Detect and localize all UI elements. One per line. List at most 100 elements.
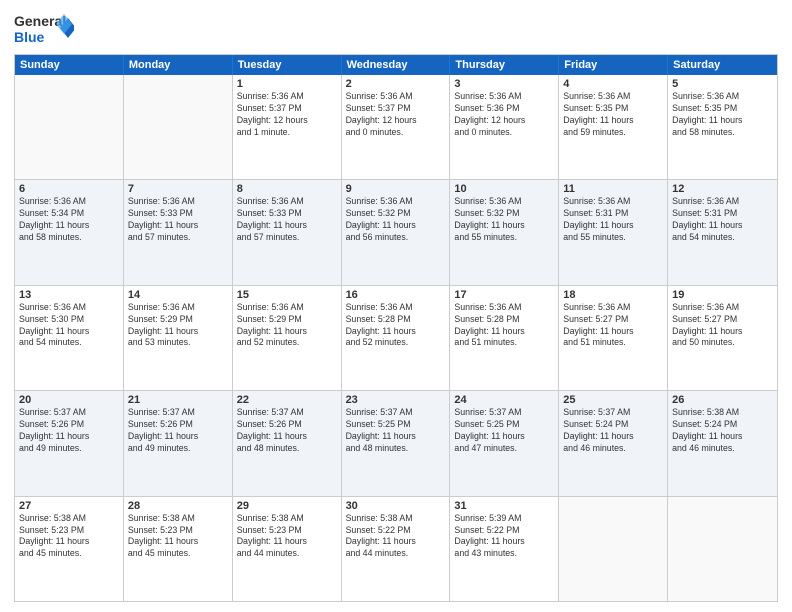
cal-cell-1-5: 11Sunrise: 5:36 AMSunset: 5:31 PMDayligh… (559, 180, 668, 284)
cell-info: Sunrise: 5:36 AMSunset: 5:35 PMDaylight:… (563, 91, 663, 139)
day-number: 8 (237, 183, 337, 195)
cal-cell-3-0: 20Sunrise: 5:37 AMSunset: 5:26 PMDayligh… (15, 391, 124, 495)
week-row-2: 6Sunrise: 5:36 AMSunset: 5:34 PMDaylight… (15, 179, 777, 284)
cell-info: Sunrise: 5:36 AMSunset: 5:31 PMDaylight:… (672, 196, 773, 244)
cell-info: Sunrise: 5:36 AMSunset: 5:29 PMDaylight:… (237, 302, 337, 350)
day-number: 14 (128, 289, 228, 301)
cell-info: Sunrise: 5:38 AMSunset: 5:24 PMDaylight:… (672, 407, 773, 455)
day-number: 3 (454, 78, 554, 90)
cell-info: Sunrise: 5:36 AMSunset: 5:36 PMDaylight:… (454, 91, 554, 139)
day-number: 16 (346, 289, 446, 301)
cal-cell-1-4: 10Sunrise: 5:36 AMSunset: 5:32 PMDayligh… (450, 180, 559, 284)
header-day-wednesday: Wednesday (342, 55, 451, 75)
cell-info: Sunrise: 5:36 AMSunset: 5:32 PMDaylight:… (454, 196, 554, 244)
cell-info: Sunrise: 5:36 AMSunset: 5:29 PMDaylight:… (128, 302, 228, 350)
cal-cell-2-3: 16Sunrise: 5:36 AMSunset: 5:28 PMDayligh… (342, 286, 451, 390)
header-day-monday: Monday (124, 55, 233, 75)
cal-cell-0-0 (15, 75, 124, 179)
day-number: 11 (563, 183, 663, 195)
cal-cell-4-0: 27Sunrise: 5:38 AMSunset: 5:23 PMDayligh… (15, 497, 124, 601)
header-day-thursday: Thursday (450, 55, 559, 75)
cell-info: Sunrise: 5:37 AMSunset: 5:26 PMDaylight:… (237, 407, 337, 455)
day-number: 26 (672, 394, 773, 406)
cell-info: Sunrise: 5:36 AMSunset: 5:33 PMDaylight:… (128, 196, 228, 244)
cal-cell-4-2: 29Sunrise: 5:38 AMSunset: 5:23 PMDayligh… (233, 497, 342, 601)
day-number: 5 (672, 78, 773, 90)
header-day-saturday: Saturday (668, 55, 777, 75)
day-number: 31 (454, 500, 554, 512)
day-number: 4 (563, 78, 663, 90)
day-number: 21 (128, 394, 228, 406)
cell-info: Sunrise: 5:38 AMSunset: 5:23 PMDaylight:… (19, 513, 119, 561)
calendar-header: SundayMondayTuesdayWednesdayThursdayFrid… (15, 55, 777, 75)
cell-info: Sunrise: 5:36 AMSunset: 5:34 PMDaylight:… (19, 196, 119, 244)
day-number: 29 (237, 500, 337, 512)
cell-info: Sunrise: 5:36 AMSunset: 5:32 PMDaylight:… (346, 196, 446, 244)
header-day-friday: Friday (559, 55, 668, 75)
day-number: 6 (19, 183, 119, 195)
logo-svg: General Blue (14, 10, 74, 48)
cal-cell-3-1: 21Sunrise: 5:37 AMSunset: 5:26 PMDayligh… (124, 391, 233, 495)
day-number: 24 (454, 394, 554, 406)
cal-cell-4-6 (668, 497, 777, 601)
day-number: 10 (454, 183, 554, 195)
cell-info: Sunrise: 5:37 AMSunset: 5:26 PMDaylight:… (19, 407, 119, 455)
cell-info: Sunrise: 5:39 AMSunset: 5:22 PMDaylight:… (454, 513, 554, 561)
cell-info: Sunrise: 5:37 AMSunset: 5:25 PMDaylight:… (346, 407, 446, 455)
day-number: 2 (346, 78, 446, 90)
cal-cell-0-2: 1Sunrise: 5:36 AMSunset: 5:37 PMDaylight… (233, 75, 342, 179)
cal-cell-0-3: 2Sunrise: 5:36 AMSunset: 5:37 PMDaylight… (342, 75, 451, 179)
cal-cell-0-5: 4Sunrise: 5:36 AMSunset: 5:35 PMDaylight… (559, 75, 668, 179)
day-number: 22 (237, 394, 337, 406)
day-number: 19 (672, 289, 773, 301)
cal-cell-2-5: 18Sunrise: 5:36 AMSunset: 5:27 PMDayligh… (559, 286, 668, 390)
cell-info: Sunrise: 5:36 AMSunset: 5:27 PMDaylight:… (672, 302, 773, 350)
header-day-sunday: Sunday (15, 55, 124, 75)
day-number: 12 (672, 183, 773, 195)
day-number: 18 (563, 289, 663, 301)
week-row-3: 13Sunrise: 5:36 AMSunset: 5:30 PMDayligh… (15, 285, 777, 390)
cal-cell-4-3: 30Sunrise: 5:38 AMSunset: 5:22 PMDayligh… (342, 497, 451, 601)
cal-cell-0-1 (124, 75, 233, 179)
cell-info: Sunrise: 5:36 AMSunset: 5:35 PMDaylight:… (672, 91, 773, 139)
week-row-5: 27Sunrise: 5:38 AMSunset: 5:23 PMDayligh… (15, 496, 777, 601)
calendar: SundayMondayTuesdayWednesdayThursdayFrid… (14, 54, 778, 602)
cal-cell-4-1: 28Sunrise: 5:38 AMSunset: 5:23 PMDayligh… (124, 497, 233, 601)
page: General Blue SundayMondayTuesdayWednesda… (0, 0, 792, 612)
cell-info: Sunrise: 5:36 AMSunset: 5:30 PMDaylight:… (19, 302, 119, 350)
week-row-4: 20Sunrise: 5:37 AMSunset: 5:26 PMDayligh… (15, 390, 777, 495)
svg-text:Blue: Blue (14, 29, 45, 45)
cell-info: Sunrise: 5:36 AMSunset: 5:28 PMDaylight:… (454, 302, 554, 350)
cal-cell-0-4: 3Sunrise: 5:36 AMSunset: 5:36 PMDaylight… (450, 75, 559, 179)
day-number: 7 (128, 183, 228, 195)
cell-info: Sunrise: 5:36 AMSunset: 5:37 PMDaylight:… (237, 91, 337, 139)
cal-cell-3-5: 25Sunrise: 5:37 AMSunset: 5:24 PMDayligh… (559, 391, 668, 495)
cal-cell-1-6: 12Sunrise: 5:36 AMSunset: 5:31 PMDayligh… (668, 180, 777, 284)
cal-cell-1-3: 9Sunrise: 5:36 AMSunset: 5:32 PMDaylight… (342, 180, 451, 284)
header: General Blue (14, 10, 778, 48)
cal-cell-1-2: 8Sunrise: 5:36 AMSunset: 5:33 PMDaylight… (233, 180, 342, 284)
cal-cell-1-0: 6Sunrise: 5:36 AMSunset: 5:34 PMDaylight… (15, 180, 124, 284)
cell-info: Sunrise: 5:38 AMSunset: 5:23 PMDaylight:… (128, 513, 228, 561)
day-number: 15 (237, 289, 337, 301)
cal-cell-2-6: 19Sunrise: 5:36 AMSunset: 5:27 PMDayligh… (668, 286, 777, 390)
day-number: 27 (19, 500, 119, 512)
day-number: 20 (19, 394, 119, 406)
week-row-1: 1Sunrise: 5:36 AMSunset: 5:37 PMDaylight… (15, 75, 777, 179)
cal-cell-3-6: 26Sunrise: 5:38 AMSunset: 5:24 PMDayligh… (668, 391, 777, 495)
cell-info: Sunrise: 5:36 AMSunset: 5:28 PMDaylight:… (346, 302, 446, 350)
day-number: 17 (454, 289, 554, 301)
logo: General Blue (14, 10, 74, 48)
cell-info: Sunrise: 5:36 AMSunset: 5:37 PMDaylight:… (346, 91, 446, 139)
cell-info: Sunrise: 5:37 AMSunset: 5:25 PMDaylight:… (454, 407, 554, 455)
day-number: 28 (128, 500, 228, 512)
cal-cell-2-4: 17Sunrise: 5:36 AMSunset: 5:28 PMDayligh… (450, 286, 559, 390)
cal-cell-3-3: 23Sunrise: 5:37 AMSunset: 5:25 PMDayligh… (342, 391, 451, 495)
day-number: 23 (346, 394, 446, 406)
cal-cell-2-0: 13Sunrise: 5:36 AMSunset: 5:30 PMDayligh… (15, 286, 124, 390)
cal-cell-1-1: 7Sunrise: 5:36 AMSunset: 5:33 PMDaylight… (124, 180, 233, 284)
cell-info: Sunrise: 5:37 AMSunset: 5:26 PMDaylight:… (128, 407, 228, 455)
cal-cell-4-4: 31Sunrise: 5:39 AMSunset: 5:22 PMDayligh… (450, 497, 559, 601)
day-number: 13 (19, 289, 119, 301)
header-day-tuesday: Tuesday (233, 55, 342, 75)
